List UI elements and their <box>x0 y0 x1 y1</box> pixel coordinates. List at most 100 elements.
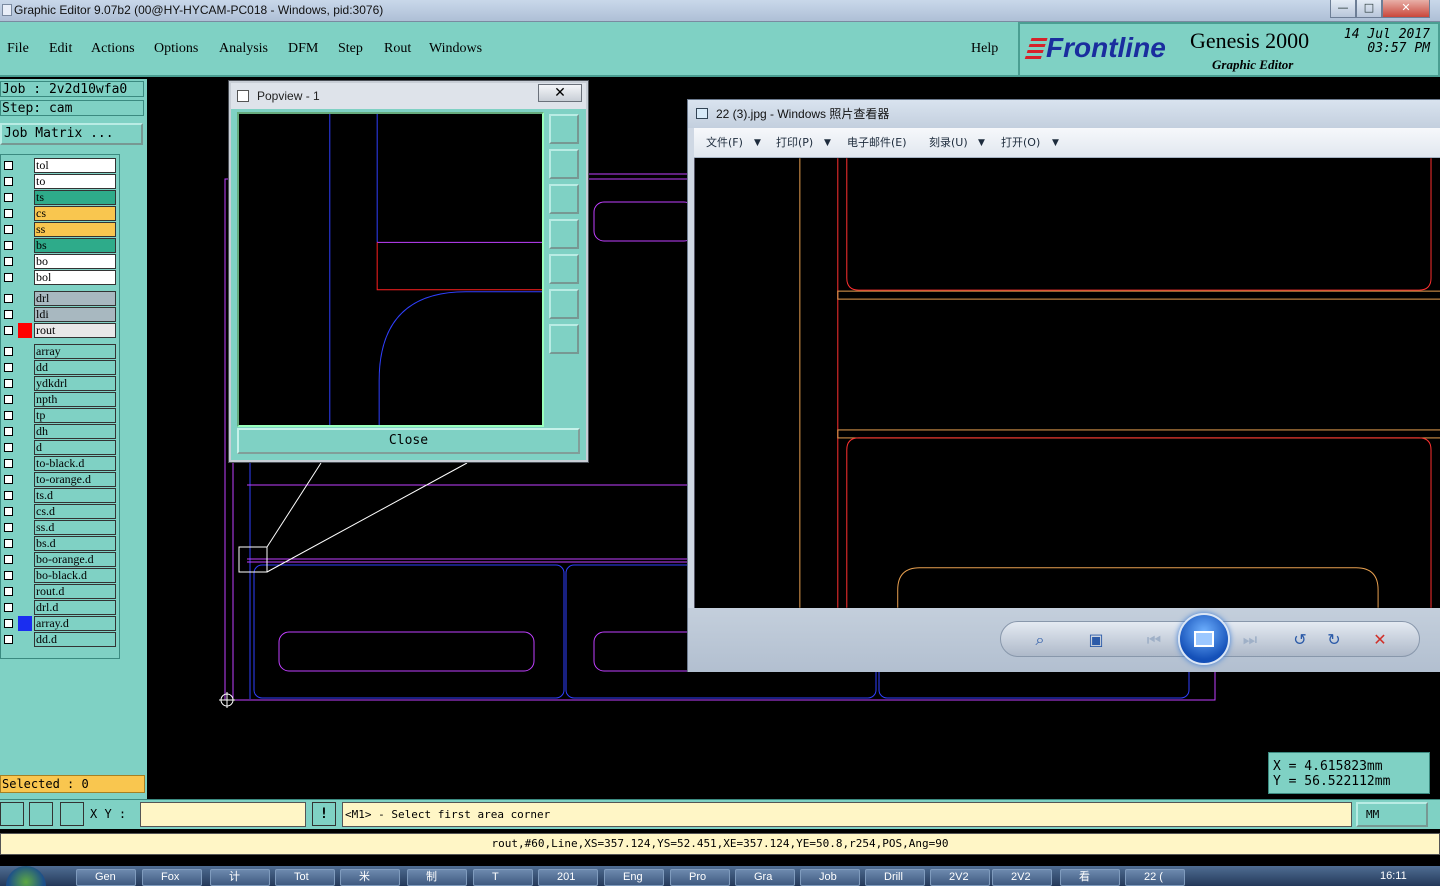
menu-analysis[interactable]: Analysis <box>219 41 268 57</box>
unit-select[interactable]: MM <box>1356 802 1428 827</box>
popview-close-x[interactable]: ✕ <box>538 84 582 102</box>
rotate-left-icon[interactable]: ↺ <box>1287 627 1313 653</box>
layer-checkbox[interactable] <box>4 241 13 250</box>
layer-row[interactable]: tp <box>1 408 117 423</box>
popview-pan-left-icon[interactable] <box>549 219 579 249</box>
layer-checkbox[interactable] <box>4 177 13 186</box>
layer-row[interactable]: ts.d <box>1 488 117 503</box>
layer-checkbox[interactable] <box>4 555 13 564</box>
layer-checkbox[interactable] <box>4 379 13 388</box>
taskbar-item[interactable]: T <box>473 869 533 886</box>
taskbar-item[interactable]: 22 ( <box>1125 869 1185 886</box>
taskbar-item[interactable]: 2V2 <box>930 869 990 886</box>
layer-row[interactable]: cs.d <box>1 504 117 519</box>
viewer-menu-print[interactable]: 打印(P) <box>776 128 813 158</box>
layer-checkbox[interactable] <box>4 523 13 532</box>
taskbar-item[interactable]: Pro <box>670 869 730 886</box>
snap-icon[interactable] <box>0 802 24 826</box>
viewer-menu-open[interactable]: 打开(O) <box>1001 128 1040 158</box>
popview-zoom-fit-icon[interactable] <box>549 289 579 319</box>
start-button[interactable] <box>6 866 46 886</box>
layer-checkbox[interactable] <box>4 363 13 372</box>
layer-row[interactable]: array.d <box>1 616 117 631</box>
layer-row[interactable]: to <box>1 174 117 189</box>
taskbar-item[interactable]: Tot <box>275 869 335 886</box>
popview-pan-right-icon[interactable] <box>549 254 579 284</box>
layer-checkbox[interactable] <box>4 225 13 234</box>
layer-checkbox[interactable] <box>4 257 13 266</box>
layer-checkbox[interactable] <box>4 571 13 580</box>
popview-pan-up-icon[interactable] <box>549 149 579 179</box>
popview-zoom-window-icon[interactable] <box>549 114 579 144</box>
layer-checkbox[interactable] <box>4 491 13 500</box>
layer-checkbox[interactable] <box>4 587 13 596</box>
menu-dfm[interactable]: DFM <box>288 41 318 57</box>
layer-checkbox[interactable] <box>4 209 13 218</box>
viewer-menu-burn[interactable]: 刻录(U) <box>929 128 968 158</box>
layer-row[interactable]: tol <box>1 158 117 173</box>
maximize-button[interactable]: □ <box>1356 0 1382 18</box>
slideshow-button[interactable] <box>1178 613 1230 665</box>
layer-row[interactable]: bo <box>1 254 117 269</box>
layer-checkbox[interactable] <box>4 507 13 516</box>
layer-row[interactable]: bs <box>1 238 117 253</box>
layer-checkbox[interactable] <box>4 273 13 282</box>
layer-row[interactable]: ss.d <box>1 520 117 535</box>
viewer-menu-file[interactable]: 文件(F) <box>706 128 743 158</box>
viewer-menu-email[interactable]: 电子邮件(E) <box>847 128 907 158</box>
alert-icon[interactable]: ! <box>312 802 336 826</box>
layer-checkbox[interactable] <box>4 619 13 628</box>
measure-icon[interactable] <box>29 802 53 826</box>
layer-row[interactable]: ss <box>1 222 117 237</box>
rotate-right-icon[interactable]: ↻ <box>1321 627 1347 653</box>
layer-checkbox[interactable] <box>4 539 13 548</box>
layer-checkbox[interactable] <box>4 411 13 420</box>
taskbar-item[interactable]: Fox <box>142 869 202 886</box>
layer-row[interactable]: ldi <box>1 307 117 322</box>
previous-icon[interactable]: ⏮ <box>1141 627 1167 653</box>
xy-input[interactable] <box>140 802 306 827</box>
layer-row[interactable]: drl <box>1 291 117 306</box>
taskbar-item[interactable]: Gra <box>735 869 795 886</box>
minimize-button[interactable]: — <box>1330 0 1356 18</box>
layer-checkbox[interactable] <box>4 395 13 404</box>
layer-row[interactable]: bs.d <box>1 536 117 551</box>
layer-row[interactable]: ts <box>1 190 117 205</box>
menu-help[interactable]: Help <box>971 41 998 57</box>
layer-row[interactable]: array <box>1 344 117 359</box>
taskbar-item[interactable]: 米 <box>340 869 400 886</box>
taskbar-item[interactable]: 计 <box>210 869 270 886</box>
grid-icon[interactable] <box>60 802 84 826</box>
popview-close-button[interactable]: Close <box>237 428 580 454</box>
menu-file[interactable]: File <box>7 41 29 57</box>
layer-row[interactable]: to-orange.d <box>1 472 117 487</box>
layer-checkbox[interactable] <box>4 427 13 436</box>
taskbar-item[interactable]: 看 <box>1060 869 1120 886</box>
layer-row[interactable]: cs <box>1 206 117 221</box>
layer-checkbox[interactable] <box>4 603 13 612</box>
layer-checkbox[interactable] <box>4 310 13 319</box>
layer-checkbox[interactable] <box>4 326 13 335</box>
zoom-icon[interactable]: ⌕ <box>1027 627 1053 653</box>
popview-zoom-home-icon[interactable] <box>549 324 579 354</box>
menu-actions[interactable]: Actions <box>91 41 135 57</box>
layer-checkbox[interactable] <box>4 443 13 452</box>
close-window-button[interactable]: ✕ <box>1382 0 1430 18</box>
layer-row[interactable]: dd <box>1 360 117 375</box>
layer-row[interactable]: to-black.d <box>1 456 117 471</box>
layer-row[interactable]: drl.d <box>1 600 117 615</box>
taskbar-item[interactable]: Eng <box>604 869 664 886</box>
menu-rout[interactable]: Rout <box>384 41 411 57</box>
fit-window-icon[interactable]: ▣ <box>1083 627 1109 653</box>
layer-row[interactable]: npth <box>1 392 117 407</box>
popview-canvas[interactable] <box>237 112 544 427</box>
menu-step[interactable]: Step <box>338 41 363 57</box>
layer-checkbox[interactable] <box>4 475 13 484</box>
layer-checkbox[interactable] <box>4 635 13 644</box>
taskbar-item[interactable]: Job <box>800 869 860 886</box>
layer-row[interactable]: dh <box>1 424 117 439</box>
layer-row[interactable]: bo-orange.d <box>1 552 117 567</box>
taskbar-item[interactable]: 制 <box>407 869 467 886</box>
taskbar-item[interactable]: 2V2 <box>992 869 1052 886</box>
layer-row[interactable]: bo-black.d <box>1 568 117 583</box>
